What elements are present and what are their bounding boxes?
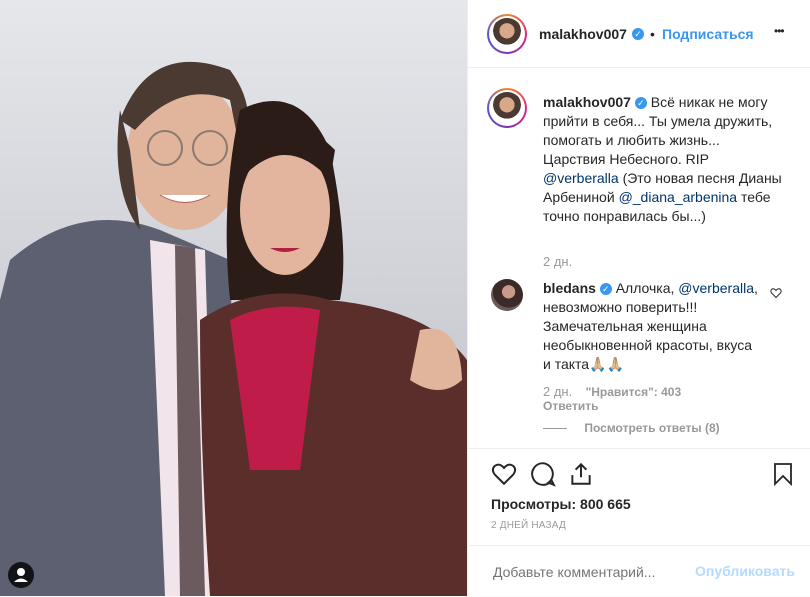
comment-timestamp[interactable]: 2 дн. bbox=[543, 384, 572, 399]
views-count[interactable]: Просмотры: 800 665 bbox=[491, 496, 631, 512]
author-username[interactable]: malakhov007 bbox=[539, 26, 627, 42]
follow-button[interactable]: Подписаться bbox=[662, 26, 754, 42]
mention-link[interactable]: @verberalla bbox=[678, 280, 754, 296]
comment-icon[interactable] bbox=[530, 461, 556, 487]
post-actions: Просмотры: 800 665 2 ДНЕЙ НАЗАД bbox=[468, 448, 810, 559]
post-side-panel: malakhov007 ✓ • Подписаться ••• malakhov… bbox=[467, 0, 810, 596]
reply-button[interactable]: Ответить bbox=[543, 399, 598, 413]
mention-link[interactable]: @verberalla bbox=[543, 170, 619, 186]
verified-badge-icon: ✓ bbox=[632, 28, 644, 40]
photo-illustration bbox=[0, 0, 467, 596]
add-comment-bar: Опубликовать bbox=[468, 545, 810, 597]
caption-username[interactable]: malakhov007 bbox=[543, 94, 631, 110]
post-photo[interactable] bbox=[0, 0, 467, 596]
author-avatar[interactable] bbox=[487, 14, 527, 54]
comment-text-1: Аллочка, bbox=[615, 280, 675, 296]
verified-badge-icon: ✓ bbox=[634, 97, 647, 110]
replies-line bbox=[543, 428, 567, 430]
post-caption: malakhov007 ✓ Всё никак не могу прийти в… bbox=[543, 93, 783, 226]
user-tag-icon[interactable] bbox=[8, 562, 34, 588]
caption-timestamp[interactable]: 2 дн. bbox=[543, 254, 572, 269]
share-icon[interactable] bbox=[568, 461, 594, 487]
heart-icon[interactable] bbox=[491, 461, 517, 487]
comment-like-icon[interactable] bbox=[770, 287, 782, 299]
caption-author-avatar[interactable] bbox=[487, 88, 527, 128]
post-header: malakhov007 ✓ • Подписаться ••• bbox=[468, 0, 810, 68]
comment: bledans ✓ Аллочка, @verberalla, невозмож… bbox=[543, 279, 763, 374]
commenter-avatar[interactable] bbox=[491, 279, 523, 311]
bookmark-icon[interactable] bbox=[771, 461, 795, 487]
view-replies[interactable]: Посмотреть ответы (8) bbox=[543, 421, 720, 435]
post-date[interactable]: 2 ДНЕЙ НАЗАД bbox=[491, 520, 566, 531]
separator-dot: • bbox=[650, 26, 655, 42]
verified-badge-icon: ✓ bbox=[599, 283, 612, 296]
more-options-icon[interactable]: ••• bbox=[774, 24, 785, 38]
commenter-username[interactable]: bledans bbox=[543, 280, 596, 296]
comment-likes[interactable]: "Нравится": 403 bbox=[586, 385, 682, 399]
comment-input[interactable] bbox=[491, 560, 695, 584]
publish-button[interactable]: Опубликовать bbox=[695, 563, 795, 579]
view-replies-label: Посмотреть ответы (8) bbox=[584, 421, 720, 435]
comment-meta: 2 дн. "Нравится": 403 bbox=[543, 384, 681, 399]
mention-link[interactable]: @_diana_arbenina bbox=[619, 189, 738, 205]
